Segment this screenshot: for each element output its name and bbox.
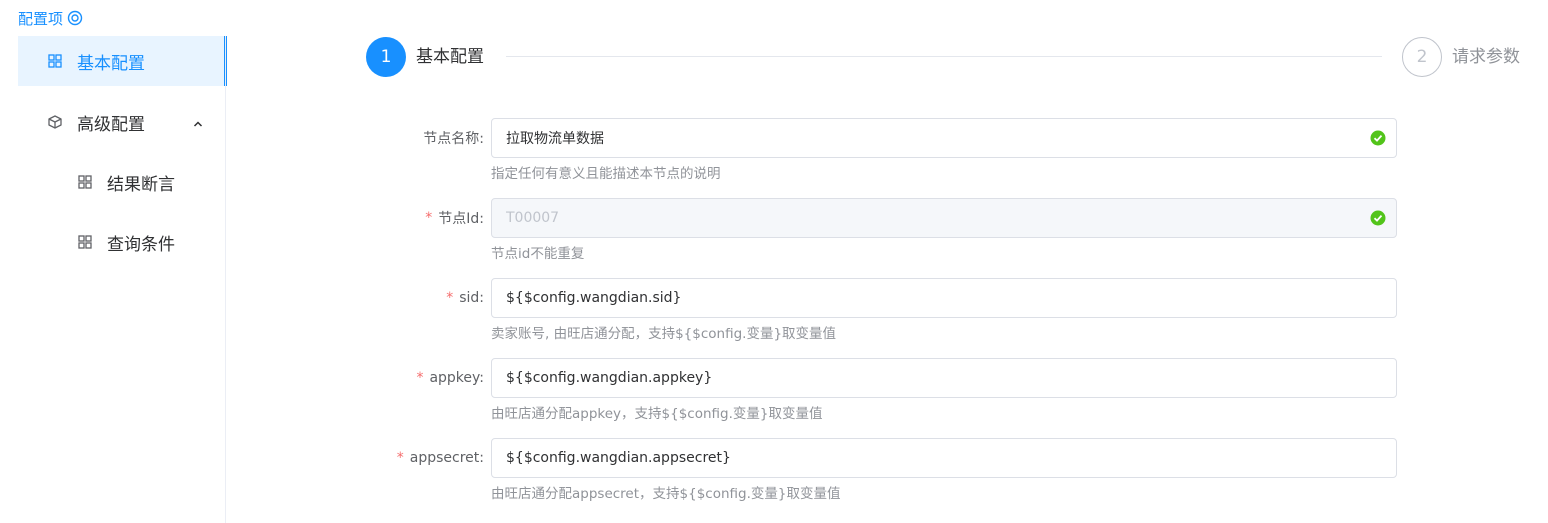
check-circle-icon: [1370, 130, 1386, 146]
sidebar-item-label: 高级配置: [77, 114, 145, 135]
grid-icon: [77, 174, 93, 190]
cube-icon: [47, 114, 63, 130]
appsecret-input[interactable]: [491, 438, 1397, 478]
node-id-label: * 节点Id:: [425, 210, 484, 227]
sid-input[interactable]: [491, 278, 1397, 318]
target-icon[interactable]: [67, 10, 83, 26]
required-mark: *: [425, 210, 433, 226]
check-circle-icon: [1370, 210, 1386, 226]
appkey-input[interactable]: [491, 358, 1397, 398]
sidebar-item-result-assertion[interactable]: 结果断言: [18, 157, 227, 207]
chevron-up-icon[interactable]: [192, 115, 204, 127]
sidebar-divider: [225, 36, 226, 523]
step-2-title[interactable]: 请求参数: [1452, 46, 1520, 68]
appkey-help: 由旺店通分配appkey，支持${$config.变量}取变量值: [491, 406, 823, 422]
grid-icon: [77, 234, 93, 250]
sidebar-item-basic-config[interactable]: 基本配置: [18, 36, 227, 86]
sidebar-item-label: 基本配置: [77, 53, 145, 74]
config-title-label: 配置项: [18, 9, 64, 28]
sidebar-item-label: 查询条件: [107, 234, 175, 255]
sid-help: 卖家账号, 由旺店通分配，支持${$config.变量}取变量值: [491, 326, 837, 342]
appsecret-help: 由旺店通分配appsecret，支持${$config.变量}取变量值: [491, 486, 841, 502]
step-2-number[interactable]: 2: [1402, 37, 1442, 77]
sidebar-item-advanced-config[interactable]: 高级配置: [18, 97, 227, 147]
step-connector-line: [506, 56, 1382, 57]
step-1-number[interactable]: 1: [366, 37, 406, 77]
node-name-help: 指定任何有意义且能描述本节点的说明: [491, 166, 721, 182]
node-id-input: [491, 198, 1397, 238]
required-mark: *: [416, 370, 424, 386]
node-name-input[interactable]: [491, 118, 1397, 158]
grid-icon: [47, 53, 63, 69]
appsecret-label: * appsecret:: [396, 450, 484, 466]
config-section-title: 配置项: [18, 8, 83, 28]
steps-bar: 1 基本配置 2 请求参数: [366, 37, 1526, 77]
sidebar-menu: 基本配置 高级配置 结果断言 查询条件: [18, 36, 227, 523]
sidebar-item-label: 结果断言: [107, 174, 175, 195]
sidebar-item-query-conditions[interactable]: 查询条件: [18, 217, 227, 267]
appkey-label: * appkey:: [416, 370, 484, 386]
required-mark: *: [446, 290, 454, 306]
node-id-help: 节点id不能重复: [491, 246, 585, 262]
node-name-label: 节点名称:: [423, 131, 484, 147]
step-1-title[interactable]: 基本配置: [416, 46, 484, 68]
sid-label: * sid:: [446, 290, 484, 306]
required-mark: *: [396, 450, 404, 466]
